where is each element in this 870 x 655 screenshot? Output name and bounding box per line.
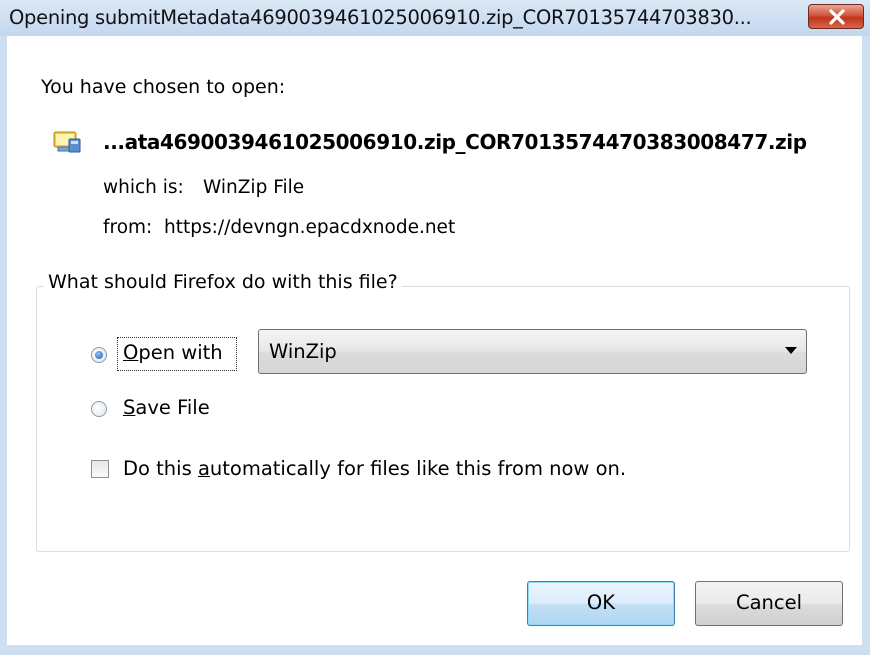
chosen-label: You have chosen to open: <box>41 76 286 98</box>
file-open-dialog: Opening submitMetadata469003946102500691… <box>0 0 870 655</box>
file-type-label: which is: <box>103 177 184 198</box>
save-file-label-text: ave File <box>135 396 210 419</box>
close-button[interactable] <box>808 4 864 29</box>
auto-action-checkbox[interactable] <box>91 460 109 478</box>
cancel-button[interactable]: Cancel <box>695 581 843 626</box>
auto-action-label[interactable]: Do this automatically for files like thi… <box>123 457 626 480</box>
window-title: Opening submitMetadata469003946102500691… <box>9 6 752 29</box>
open-with-app-dropdown[interactable]: WinZip <box>258 329 807 374</box>
file-source-url: https://devngn.epacdxnode.net <box>164 217 456 238</box>
auto-action-label-start: Do this <box>123 457 198 480</box>
close-icon <box>829 9 845 25</box>
file-source-label: from: <box>103 217 153 238</box>
open-with-mnemonic: O <box>123 341 139 364</box>
open-with-label-text: pen with <box>138 341 223 364</box>
action-group-legend: What should Firefox do with this file? <box>44 271 402 293</box>
auto-action-label-end: utomatically for files like this from no… <box>209 457 627 480</box>
file-type-value: WinZip File <box>203 177 305 198</box>
action-groupbox <box>36 286 850 552</box>
save-file-mnemonic: S <box>123 396 136 419</box>
open-with-app-value: WinZip <box>269 340 337 363</box>
open-with-radio[interactable] <box>91 347 107 363</box>
winzip-file-icon <box>53 131 81 153</box>
save-file-radio[interactable] <box>91 401 107 417</box>
save-file-label[interactable]: Save File <box>123 396 210 419</box>
chevron-down-icon <box>785 347 797 354</box>
ok-button[interactable]: OK <box>527 581 675 626</box>
auto-action-mnemonic: a <box>197 457 210 480</box>
open-with-label[interactable]: Open with <box>123 341 223 364</box>
file-name: ...ata4690039461025006910.zip_COR7013574… <box>103 130 807 154</box>
title-bar[interactable]: Opening submitMetadata469003946102500691… <box>0 0 870 36</box>
